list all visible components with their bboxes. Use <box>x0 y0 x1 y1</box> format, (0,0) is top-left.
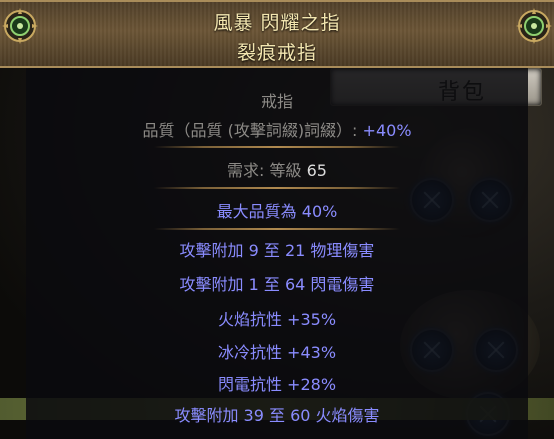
requirement-value: 65 <box>306 161 327 180</box>
separator <box>154 146 400 148</box>
separator <box>154 187 400 189</box>
explicit-mod: 火焰抗性 +35% <box>217 310 337 329</box>
enchant-mod: 最大品質為 40% <box>216 202 338 221</box>
explicit-mod: 攻擊附加 9 至 21 物理傷害 <box>179 241 375 260</box>
item-class: 戒指 <box>260 92 293 111</box>
requirement-label: 需求: 等級 <box>227 161 307 180</box>
explicit-mod: 冰冷抗性 +43% <box>217 343 337 362</box>
quality-row: 品質（品質 (攻擊詞綴)詞綴）: +40% <box>0 117 554 141</box>
explicit-mod: 攻擊附加 39 至 60 火焰傷害 <box>174 406 380 425</box>
requirement-row: 需求: 等級 65 <box>0 157 554 181</box>
quality-value: +40% <box>362 121 412 140</box>
explicit-mod: 閃電抗性 +28% <box>217 375 337 394</box>
explicit-mod: 攻擊附加 1 至 64 閃電傷害 <box>179 275 375 294</box>
separator <box>154 228 400 230</box>
item-base-type: 裂痕戒指 <box>236 42 317 64</box>
quality-label: 品質（品質 (攻擊詞綴)詞綴）: <box>142 121 363 140</box>
item-name: 風暴 閃耀之指 <box>213 12 341 34</box>
